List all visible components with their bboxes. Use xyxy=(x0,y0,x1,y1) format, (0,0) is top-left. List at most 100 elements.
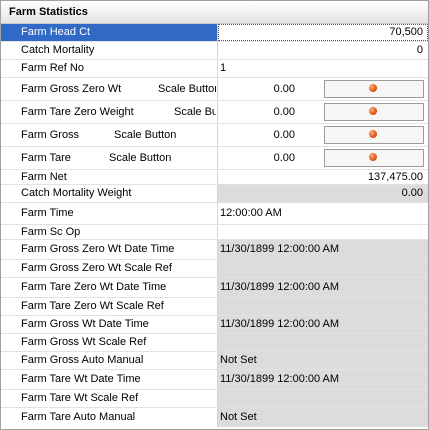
indicator-light-icon xyxy=(369,107,377,115)
row-label: Catch Mortality xyxy=(21,44,95,56)
row-farm-ref-no[interactable]: Farm Ref No 1 xyxy=(1,60,428,78)
gross-wt-scale-ref-field xyxy=(218,334,428,351)
scale-button-label: Scale Button xyxy=(158,83,216,95)
row-label: Farm Tare Zero Wt Scale Ref xyxy=(21,300,164,312)
row-farm-gross-auto-manual[interactable]: Farm Gross Auto Manual Not Set xyxy=(1,352,428,370)
farm-tare-zero-weight-field[interactable]: 0.00 xyxy=(218,101,428,123)
farm-sc-op-field[interactable] xyxy=(218,225,428,239)
row-label: Farm Ref No xyxy=(21,62,84,74)
row-farm-tare[interactable]: Farm Tare Scale Button 0.00 xyxy=(1,147,428,170)
row-label-cell: Farm Tare Zero Wt Date Time xyxy=(1,278,218,297)
row-farm-tare-wt-scale-ref[interactable]: Farm Tare Wt Scale Ref xyxy=(1,390,428,408)
row-label-cell: Farm Head Ct xyxy=(1,24,218,41)
farm-gross-field[interactable]: 0.00 xyxy=(218,124,428,146)
row-label: Farm Gross Zero Wt xyxy=(21,83,122,95)
row-label: Farm Net xyxy=(21,171,67,183)
row-value: Not Set xyxy=(220,354,257,366)
row-label: Farm Gross Wt Date Time xyxy=(21,318,149,330)
row-farm-gross-wt-scale-ref[interactable]: Farm Gross Wt Scale Ref xyxy=(1,334,428,352)
scale-button-label: Scale Button xyxy=(174,106,216,118)
tare-wt-date-time-field: 11/30/1899 12:00:00 AM xyxy=(218,370,428,389)
row-catch-mortality[interactable]: Catch Mortality 0 xyxy=(1,42,428,60)
row-label-cell: Farm Gross Wt Scale Ref xyxy=(1,334,218,351)
tare-zero-scale-button[interactable] xyxy=(324,103,424,121)
row-label-cell: Farm Gross Scale Button xyxy=(1,124,218,146)
row-farm-tare-zero-wt-date-time[interactable]: Farm Tare Zero Wt Date Time 11/30/1899 1… xyxy=(1,278,428,298)
row-label: Farm Gross Auto Manual xyxy=(21,354,144,366)
row-label: Farm Tare Auto Manual xyxy=(21,411,136,423)
gross-auto-manual-field: Not Set xyxy=(218,352,428,369)
farm-ref-no-field[interactable]: 1 xyxy=(218,60,428,77)
row-value: 70,500 xyxy=(389,26,423,38)
row-catch-mortality-weight[interactable]: Catch Mortality Weight 0.00 xyxy=(1,185,428,203)
row-label-cell: Farm Tare Scale Button xyxy=(1,147,218,169)
row-farm-tare-zero-weight[interactable]: Farm Tare Zero Weight Scale Button 0.00 xyxy=(1,101,428,124)
farm-time-field[interactable]: 12:00:00 AM xyxy=(218,203,428,224)
row-label-cell: Farm Tare Wt Scale Ref xyxy=(1,390,218,407)
row-label-cell: Farm Ref No xyxy=(1,60,218,77)
row-label-cell: Farm Net xyxy=(1,170,218,184)
row-label-cell: Catch Mortality Weight xyxy=(1,185,218,202)
row-label: Farm Gross Zero Wt Date Time xyxy=(21,243,175,255)
row-value: 0.00 xyxy=(273,83,295,95)
row-farm-gross-zero-wt-scale-ref[interactable]: Farm Gross Zero Wt Scale Ref xyxy=(1,260,428,278)
farm-head-ct-field[interactable]: 70,500 xyxy=(218,24,428,41)
row-farm-head-ct[interactable]: Farm Head Ct 70,500 xyxy=(1,24,428,42)
row-label-cell: Farm Time xyxy=(1,203,218,224)
row-farm-gross[interactable]: Farm Gross Scale Button 0.00 xyxy=(1,124,428,147)
row-label: Farm Tare Zero Wt Date Time xyxy=(21,281,167,293)
indicator-light-icon xyxy=(369,153,377,161)
farm-gross-zero-wt-field[interactable]: 0.00 xyxy=(218,78,428,100)
row-farm-tare-wt-date-time[interactable]: Farm Tare Wt Date Time 11/30/1899 12:00:… xyxy=(1,370,428,390)
gross-wt-date-time-field: 11/30/1899 12:00:00 AM xyxy=(218,316,428,333)
row-value: 12:00:00 AM xyxy=(220,207,282,219)
gross-zero-wt-date-time-field: 11/30/1899 12:00:00 AM xyxy=(218,240,428,259)
row-value: 11/30/1899 12:00:00 AM xyxy=(220,281,340,293)
row-label-cell: Farm Gross Auto Manual xyxy=(1,352,218,369)
catch-mortality-field[interactable]: 0 xyxy=(218,42,428,59)
row-farm-gross-zero-wt[interactable]: Farm Gross Zero Wt Scale Button 0.00 xyxy=(1,78,428,101)
tare-auto-manual-field: Not Set xyxy=(218,408,428,427)
gross-zero-scale-button[interactable] xyxy=(324,80,424,98)
tare-scale-button[interactable] xyxy=(324,149,424,167)
row-label: Farm Tare Wt Date Time xyxy=(21,373,141,385)
row-label-cell: Farm Gross Zero Wt Date Time xyxy=(1,240,218,259)
row-value: 1 xyxy=(220,62,227,74)
tare-wt-scale-ref-field xyxy=(218,390,428,407)
row-label-cell: Farm Gross Zero Wt Scale Button xyxy=(1,78,218,100)
row-farm-gross-wt-date-time[interactable]: Farm Gross Wt Date Time 11/30/1899 12:00… xyxy=(1,316,428,334)
row-value: 0.00 xyxy=(273,129,295,141)
row-value: 0 xyxy=(416,44,423,56)
row-label: Farm Tare Zero Weight xyxy=(21,106,134,118)
farm-net-field[interactable]: 137,475.00 xyxy=(218,170,428,184)
indicator-light-icon xyxy=(369,130,377,138)
farm-tare-field[interactable]: 0.00 xyxy=(218,147,428,169)
row-label: Farm Sc Op xyxy=(21,226,81,238)
row-label-cell: Farm Gross Wt Date Time xyxy=(1,316,218,333)
scale-button-label: Scale Button xyxy=(114,129,177,141)
row-value: 11/30/1899 12:00:00 AM xyxy=(220,318,340,330)
tare-zero-wt-scale-ref-field xyxy=(218,298,428,315)
row-value: 0.00 xyxy=(273,106,295,118)
row-label: Catch Mortality Weight xyxy=(21,187,132,199)
row-label-cell: Farm Sc Op xyxy=(1,225,218,239)
gross-scale-button[interactable] xyxy=(324,126,424,144)
row-farm-tare-auto-manual[interactable]: Farm Tare Auto Manual Not Set xyxy=(1,408,428,427)
row-farm-tare-zero-wt-scale-ref[interactable]: Farm Tare Zero Wt Scale Ref xyxy=(1,298,428,316)
row-label-cell: Farm Tare Wt Date Time xyxy=(1,370,218,389)
row-label-cell: Catch Mortality xyxy=(1,42,218,59)
row-value: 11/30/1899 12:00:00 AM xyxy=(220,373,340,385)
row-value: 137,475.00 xyxy=(367,171,423,183)
tare-zero-wt-date-time-field: 11/30/1899 12:00:00 AM xyxy=(218,278,428,297)
row-label: Farm Gross Zero Wt Scale Ref xyxy=(21,262,172,274)
row-farm-net[interactable]: Farm Net 137,475.00 xyxy=(1,170,428,185)
catch-mortality-weight-field: 0.00 xyxy=(218,185,428,202)
row-farm-sc-op[interactable]: Farm Sc Op xyxy=(1,225,428,240)
row-label: Farm Gross Wt Scale Ref xyxy=(21,336,147,348)
row-value: 0.00 xyxy=(273,152,295,164)
farm-statistics-panel: Farm Statistics Farm Head Ct 70,500 Catc… xyxy=(0,0,429,430)
row-farm-gross-zero-wt-date-time[interactable]: Farm Gross Zero Wt Date Time 11/30/1899 … xyxy=(1,240,428,260)
row-farm-time[interactable]: Farm Time 12:00:00 AM xyxy=(1,203,428,225)
panel-title: Farm Statistics xyxy=(9,6,88,18)
row-label: Farm Time xyxy=(21,207,74,219)
